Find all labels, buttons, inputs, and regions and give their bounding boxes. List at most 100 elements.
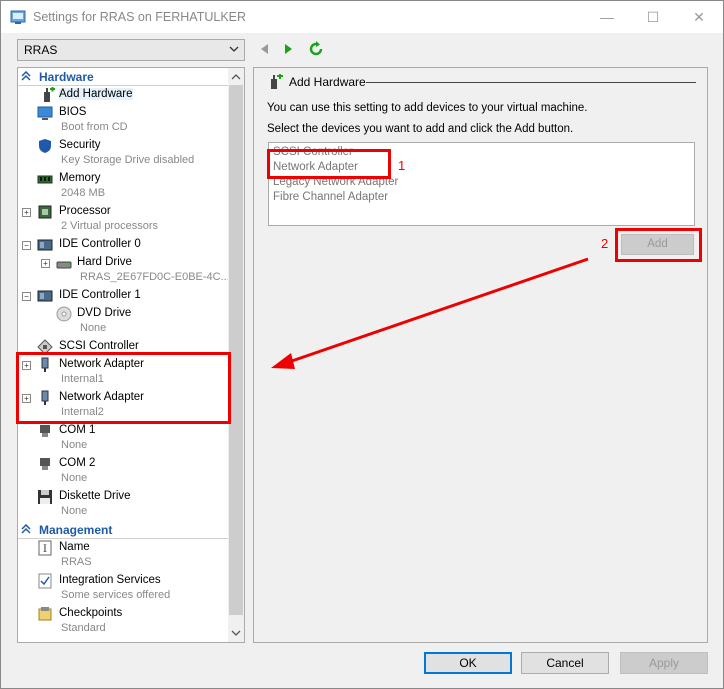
hardware-heading: Hardware xyxy=(39,70,94,84)
refresh-icon[interactable] xyxy=(308,41,324,57)
annotation-label-2: 2 xyxy=(601,236,609,251)
title-bar: Settings for RRAS on FERHATULKER — ☐ ✕ xyxy=(1,1,723,33)
collapse-toggle[interactable]: − xyxy=(22,292,31,301)
management-section-header[interactable]: Management xyxy=(18,522,228,539)
annotation-label-1: 1 xyxy=(398,158,406,173)
chevron-down-icon xyxy=(229,46,239,52)
hard-drive-icon xyxy=(56,261,72,269)
tree-item-ide-controller-1[interactable]: − IDE Controller 1 xyxy=(18,288,228,305)
tree-item-label: Processor xyxy=(59,205,111,217)
tree-item-label: Diskette Drive xyxy=(59,490,131,502)
annotation-box-network-adapters xyxy=(16,352,231,424)
minimize-button[interactable]: — xyxy=(584,1,630,33)
back-arrow-icon[interactable] xyxy=(257,41,273,57)
svg-text:I: I xyxy=(43,544,47,555)
com-port-icon xyxy=(40,425,50,437)
tree-item-label: Add Hardware xyxy=(59,88,133,100)
tree-item-memory[interactable]: Memory 2048 MB xyxy=(18,171,228,203)
processor-icon xyxy=(38,205,52,219)
panel-title: Add Hardware xyxy=(289,75,366,89)
tree-item-detail: RRAS_2E67FD0C-E0BE-4C... xyxy=(80,271,230,283)
cancel-button[interactable]: Cancel xyxy=(521,652,609,674)
tree-item-diskette-drive[interactable]: Diskette Drive None xyxy=(18,489,228,521)
scroll-thumb[interactable] xyxy=(229,85,243,615)
dvd-drive-icon xyxy=(56,306,72,322)
tree-item-label: Memory xyxy=(59,172,101,184)
double-chevron-up-icon xyxy=(21,524,31,534)
checkpoints-icon xyxy=(38,607,52,621)
tree-item-hard-drive[interactable]: + Hard Drive RRAS_2E67FD0C-E0BE-4C... xyxy=(18,255,230,287)
forward-arrow-icon[interactable] xyxy=(280,41,296,57)
tree-item-label: Name xyxy=(59,541,90,553)
vm-selector-dropdown[interactable]: RRAS xyxy=(17,39,245,61)
tree-item-detail: RRAS xyxy=(61,556,92,568)
device-option-fibre-channel-adapter[interactable]: Fibre Channel Adapter xyxy=(273,191,388,203)
tree-item-integration-services[interactable]: Integration Services Some services offer… xyxy=(18,573,228,605)
integration-services-icon xyxy=(38,573,52,589)
hardware-divider xyxy=(18,85,228,86)
double-chevron-up-icon xyxy=(21,71,31,81)
tree-item-security[interactable]: Security Key Storage Drive disabled xyxy=(18,138,228,170)
com-port-icon xyxy=(40,458,50,470)
tree-item-label: Integration Services xyxy=(59,574,161,586)
collapse-toggle[interactable]: − xyxy=(22,241,31,250)
scroll-up-icon[interactable] xyxy=(231,72,241,82)
tree-item-com-1[interactable]: COM 1 None xyxy=(18,423,228,455)
tree-item-detail: None xyxy=(61,505,88,517)
diskette-icon xyxy=(38,490,52,504)
tree-item-label: IDE Controller 1 xyxy=(59,289,141,301)
settings-window: Settings for RRAS on FERHATULKER — ☐ ✕ R… xyxy=(0,0,724,689)
tree-item-label: BIOS xyxy=(59,106,87,118)
tree-item-detail: Standard xyxy=(61,622,106,634)
tree-item-detail: None xyxy=(61,472,88,484)
tree-item-ide-controller-0[interactable]: − IDE Controller 0 xyxy=(18,237,228,254)
add-hardware-icon xyxy=(271,74,283,89)
close-button[interactable]: ✕ xyxy=(676,1,722,33)
memory-icon xyxy=(37,175,53,184)
tree-item-detail: 2048 MB xyxy=(61,187,106,199)
apply-button[interactable]: Apply xyxy=(620,652,708,674)
tree-item-detail: Key Storage Drive disabled xyxy=(61,154,195,166)
tree-item-label: COM 1 xyxy=(59,424,96,436)
tree-item-bios[interactable]: BIOS Boot from CD xyxy=(18,105,228,137)
add-hardware-icon xyxy=(44,87,55,102)
tree-item-label: DVD Drive xyxy=(77,307,132,319)
tree-item-label: SCSI Controller xyxy=(59,340,139,352)
tree-item-detail: None xyxy=(61,439,88,451)
tree-item-label: IDE Controller 0 xyxy=(59,238,141,250)
ide-controller-icon xyxy=(37,290,53,302)
scroll-down-icon[interactable] xyxy=(231,628,241,638)
expand-toggle[interactable]: + xyxy=(41,259,50,268)
tree-item-label: COM 2 xyxy=(59,457,96,469)
tree-item-label: Hard Drive xyxy=(77,256,132,268)
tree-item-processor[interactable]: + Processor 2 Virtual processors xyxy=(18,204,228,236)
settings-app-icon xyxy=(10,10,26,24)
ok-button[interactable]: OK xyxy=(424,652,512,674)
shield-icon xyxy=(39,139,51,153)
management-divider xyxy=(18,538,228,539)
tree-item-detail: Boot from CD xyxy=(61,121,128,133)
tree-item-add-hardware[interactable]: Add Hardware xyxy=(18,87,228,104)
tree-item-com-2[interactable]: COM 2 None xyxy=(18,456,228,488)
panel-info-text-2: Select the devices you want to add and c… xyxy=(267,123,574,135)
tree-item-name[interactable]: I Name RRAS xyxy=(18,540,228,572)
window-title: Settings for RRAS on FERHATULKER xyxy=(33,10,247,24)
ide-controller-icon xyxy=(37,239,53,251)
tree-item-label: Checkpoints xyxy=(59,607,123,619)
annotation-box-network-adapter-option xyxy=(267,149,391,179)
tree-item-detail: None xyxy=(80,322,107,334)
vm-selector-value: RRAS xyxy=(24,43,58,57)
tree-item-detail: Some services offered xyxy=(61,589,171,601)
name-icon: I xyxy=(38,540,52,556)
management-heading: Management xyxy=(39,523,113,537)
tree-item-detail: 2 Virtual processors xyxy=(61,220,159,232)
tree-item-dvd-drive[interactable]: DVD Drive None xyxy=(18,306,228,338)
maximize-button[interactable]: ☐ xyxy=(630,1,676,33)
bios-icon xyxy=(37,106,53,120)
tree-item-checkpoints[interactable]: Checkpoints Standard xyxy=(18,606,228,638)
panel-info-text-1: You can use this setting to add devices … xyxy=(267,102,588,114)
hardware-section-header[interactable]: Hardware xyxy=(18,69,228,86)
expand-toggle[interactable]: + xyxy=(22,208,31,217)
panel-title-divider xyxy=(366,82,696,83)
annotation-box-add-button xyxy=(615,228,702,262)
